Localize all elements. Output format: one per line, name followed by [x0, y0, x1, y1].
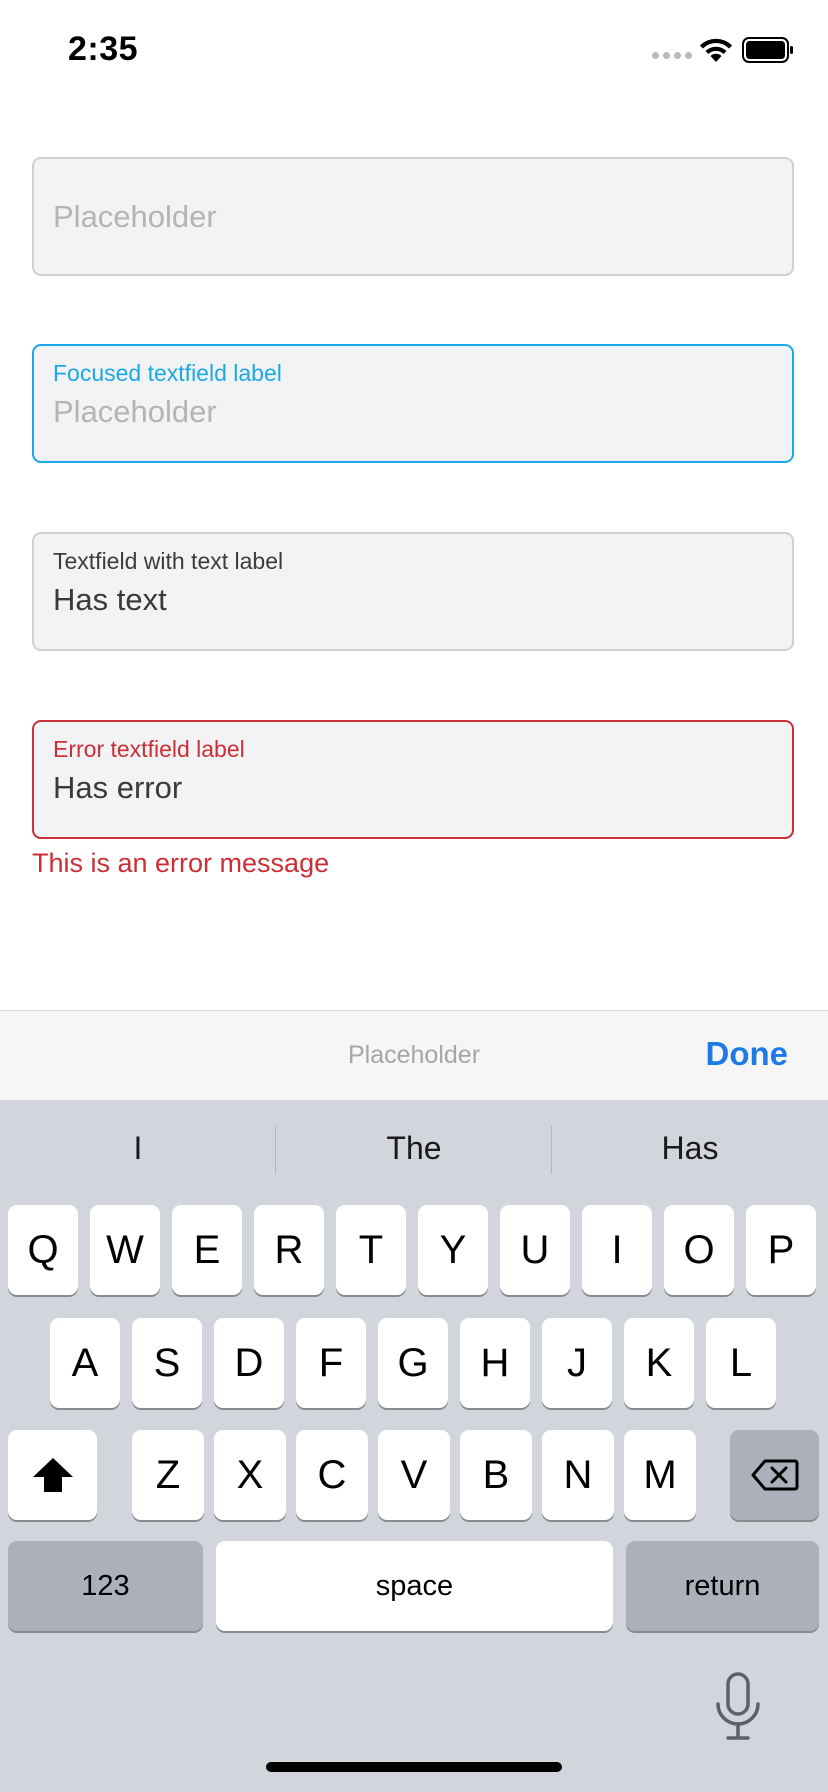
field-label: Focused textfield label [53, 360, 282, 386]
home-indicator[interactable] [266, 1762, 562, 1772]
space-key[interactable]: space [216, 1541, 613, 1631]
key-b[interactable]: B [460, 1430, 532, 1520]
key-h[interactable]: H [460, 1318, 530, 1408]
done-button[interactable]: Done [706, 1035, 789, 1073]
key-k[interactable]: K [624, 1318, 694, 1408]
field-placeholder: Placeholder [53, 199, 217, 234]
keyboard: I The Has Q W E R T Y U I O P A S D F G … [0, 1100, 828, 1792]
suggestion-1[interactable]: I [0, 1130, 276, 1167]
shift-icon [32, 1458, 73, 1492]
key-n[interactable]: N [542, 1430, 614, 1520]
field-label: Error textfield label [53, 736, 245, 762]
key-q[interactable]: Q [8, 1205, 78, 1295]
error-message: This is an error message [32, 848, 330, 878]
backspace-key[interactable] [730, 1430, 819, 1520]
key-y[interactable]: Y [418, 1205, 488, 1295]
key-j[interactable]: J [542, 1318, 612, 1408]
key-c[interactable]: C [296, 1430, 368, 1520]
accessory-placeholder: Placeholder [347, 1041, 481, 1069]
key-z[interactable]: Z [132, 1430, 204, 1520]
wifi-icon [700, 38, 732, 62]
textfield-with-text[interactable]: Textfield with text label Has text [32, 532, 794, 651]
key-e[interactable]: E [172, 1205, 242, 1295]
empty-textfield[interactable]: Placeholder [32, 157, 794, 276]
key-s[interactable]: S [132, 1318, 202, 1408]
key-d[interactable]: D [214, 1318, 284, 1408]
microphone-icon[interactable] [712, 1672, 764, 1742]
suggestion-3[interactable]: Has [552, 1130, 828, 1167]
key-i[interactable]: I [582, 1205, 652, 1295]
key-r[interactable]: R [254, 1205, 324, 1295]
signal-icon [652, 52, 692, 59]
suggestion-bar: I The Has [0, 1100, 828, 1200]
battery-icon [742, 37, 793, 63]
field-value: Has text [53, 582, 167, 617]
key-x[interactable]: X [214, 1430, 286, 1520]
return-key[interactable]: return [626, 1541, 819, 1631]
shift-key[interactable] [8, 1430, 97, 1520]
error-textfield[interactable]: Error textfield label Has error [32, 720, 794, 839]
key-l[interactable]: L [706, 1318, 776, 1408]
status-time: 2:35 [68, 30, 139, 68]
keyboard-accessory-bar: Placeholder Done [0, 1010, 828, 1101]
key-g[interactable]: G [378, 1318, 448, 1408]
key-m[interactable]: M [624, 1430, 696, 1520]
key-o[interactable]: O [664, 1205, 734, 1295]
field-label: Textfield with text label [53, 548, 284, 574]
backspace-icon [751, 1459, 798, 1491]
key-f[interactable]: F [296, 1318, 366, 1408]
suggestion-2[interactable]: The [276, 1130, 552, 1167]
numbers-key[interactable]: 123 [8, 1541, 203, 1631]
key-p[interactable]: P [746, 1205, 816, 1295]
field-placeholder: Placeholder [53, 394, 217, 429]
key-v[interactable]: V [378, 1430, 450, 1520]
focused-textfield[interactable]: Focused textfield label Placeholder [32, 344, 794, 463]
key-u[interactable]: U [500, 1205, 570, 1295]
key-t[interactable]: T [336, 1205, 406, 1295]
key-w[interactable]: W [90, 1205, 160, 1295]
status-bar: 2:35 [0, 0, 828, 100]
key-a[interactable]: A [50, 1318, 120, 1408]
field-value: Has error [53, 770, 183, 805]
